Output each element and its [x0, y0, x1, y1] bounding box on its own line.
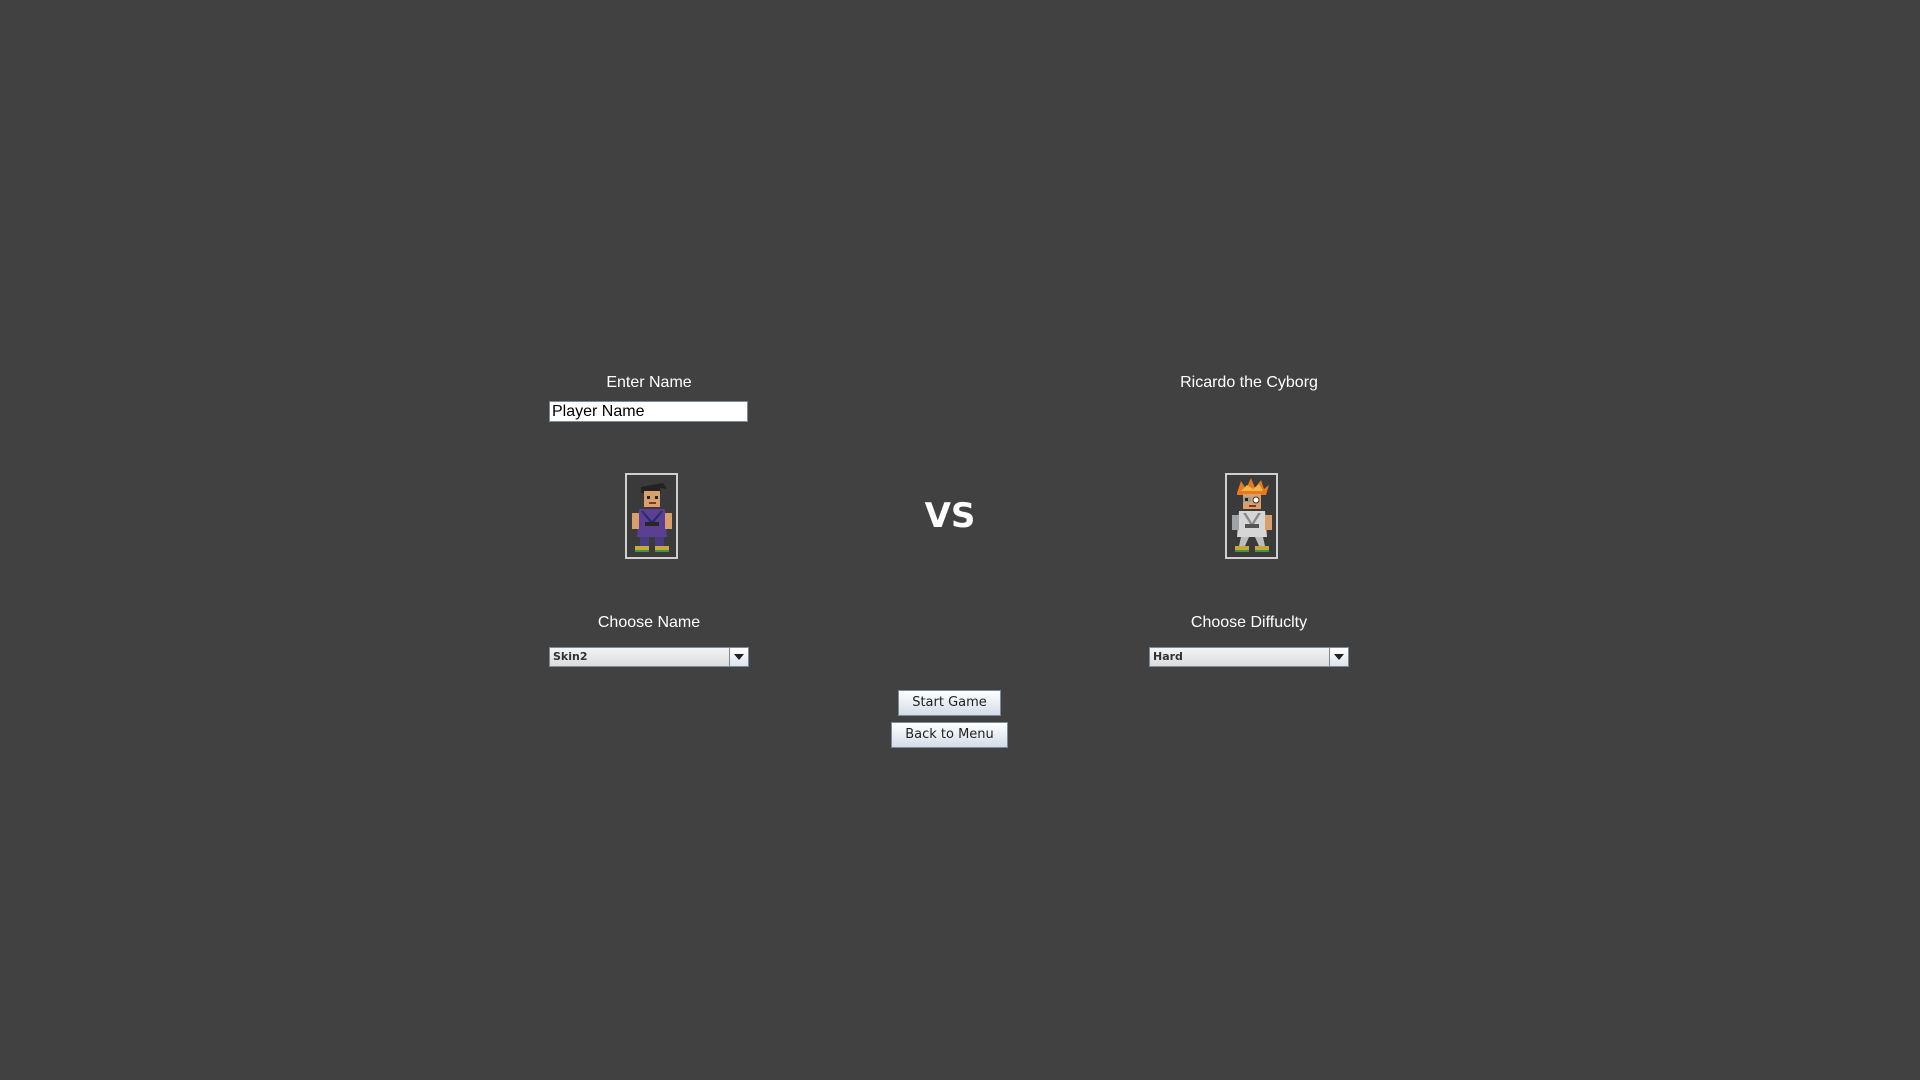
back-to-menu-button[interactable]: Back to Menu — [891, 722, 1008, 748]
difficulty-dropdown-value: Hard — [1150, 648, 1330, 666]
choose-skin-label: Choose Name — [597, 614, 701, 631]
start-game-button[interactable]: Start Game — [898, 690, 1001, 716]
player-name-input[interactable] — [549, 401, 748, 422]
versus-label: VS — [924, 496, 976, 536]
difficulty-dropdown[interactable]: Hard — [1149, 647, 1349, 667]
chevron-down-icon[interactable] — [730, 648, 748, 666]
opponent-portrait-icon — [1225, 473, 1278, 559]
character-select-screen: Enter Name Ricardo the Cyborg — [0, 0, 1920, 1080]
skin-dropdown-value: Skin2 — [550, 648, 730, 666]
choose-difficulty-label: Choose Diffuclty — [1190, 614, 1308, 631]
skin-dropdown[interactable]: Skin2 — [549, 647, 749, 667]
enter-name-label: Enter Name — [606, 374, 692, 391]
player-portrait-icon — [625, 473, 678, 559]
chevron-down-icon[interactable] — [1330, 648, 1348, 666]
opponent-name-label: Ricardo the Cyborg — [1180, 374, 1318, 391]
